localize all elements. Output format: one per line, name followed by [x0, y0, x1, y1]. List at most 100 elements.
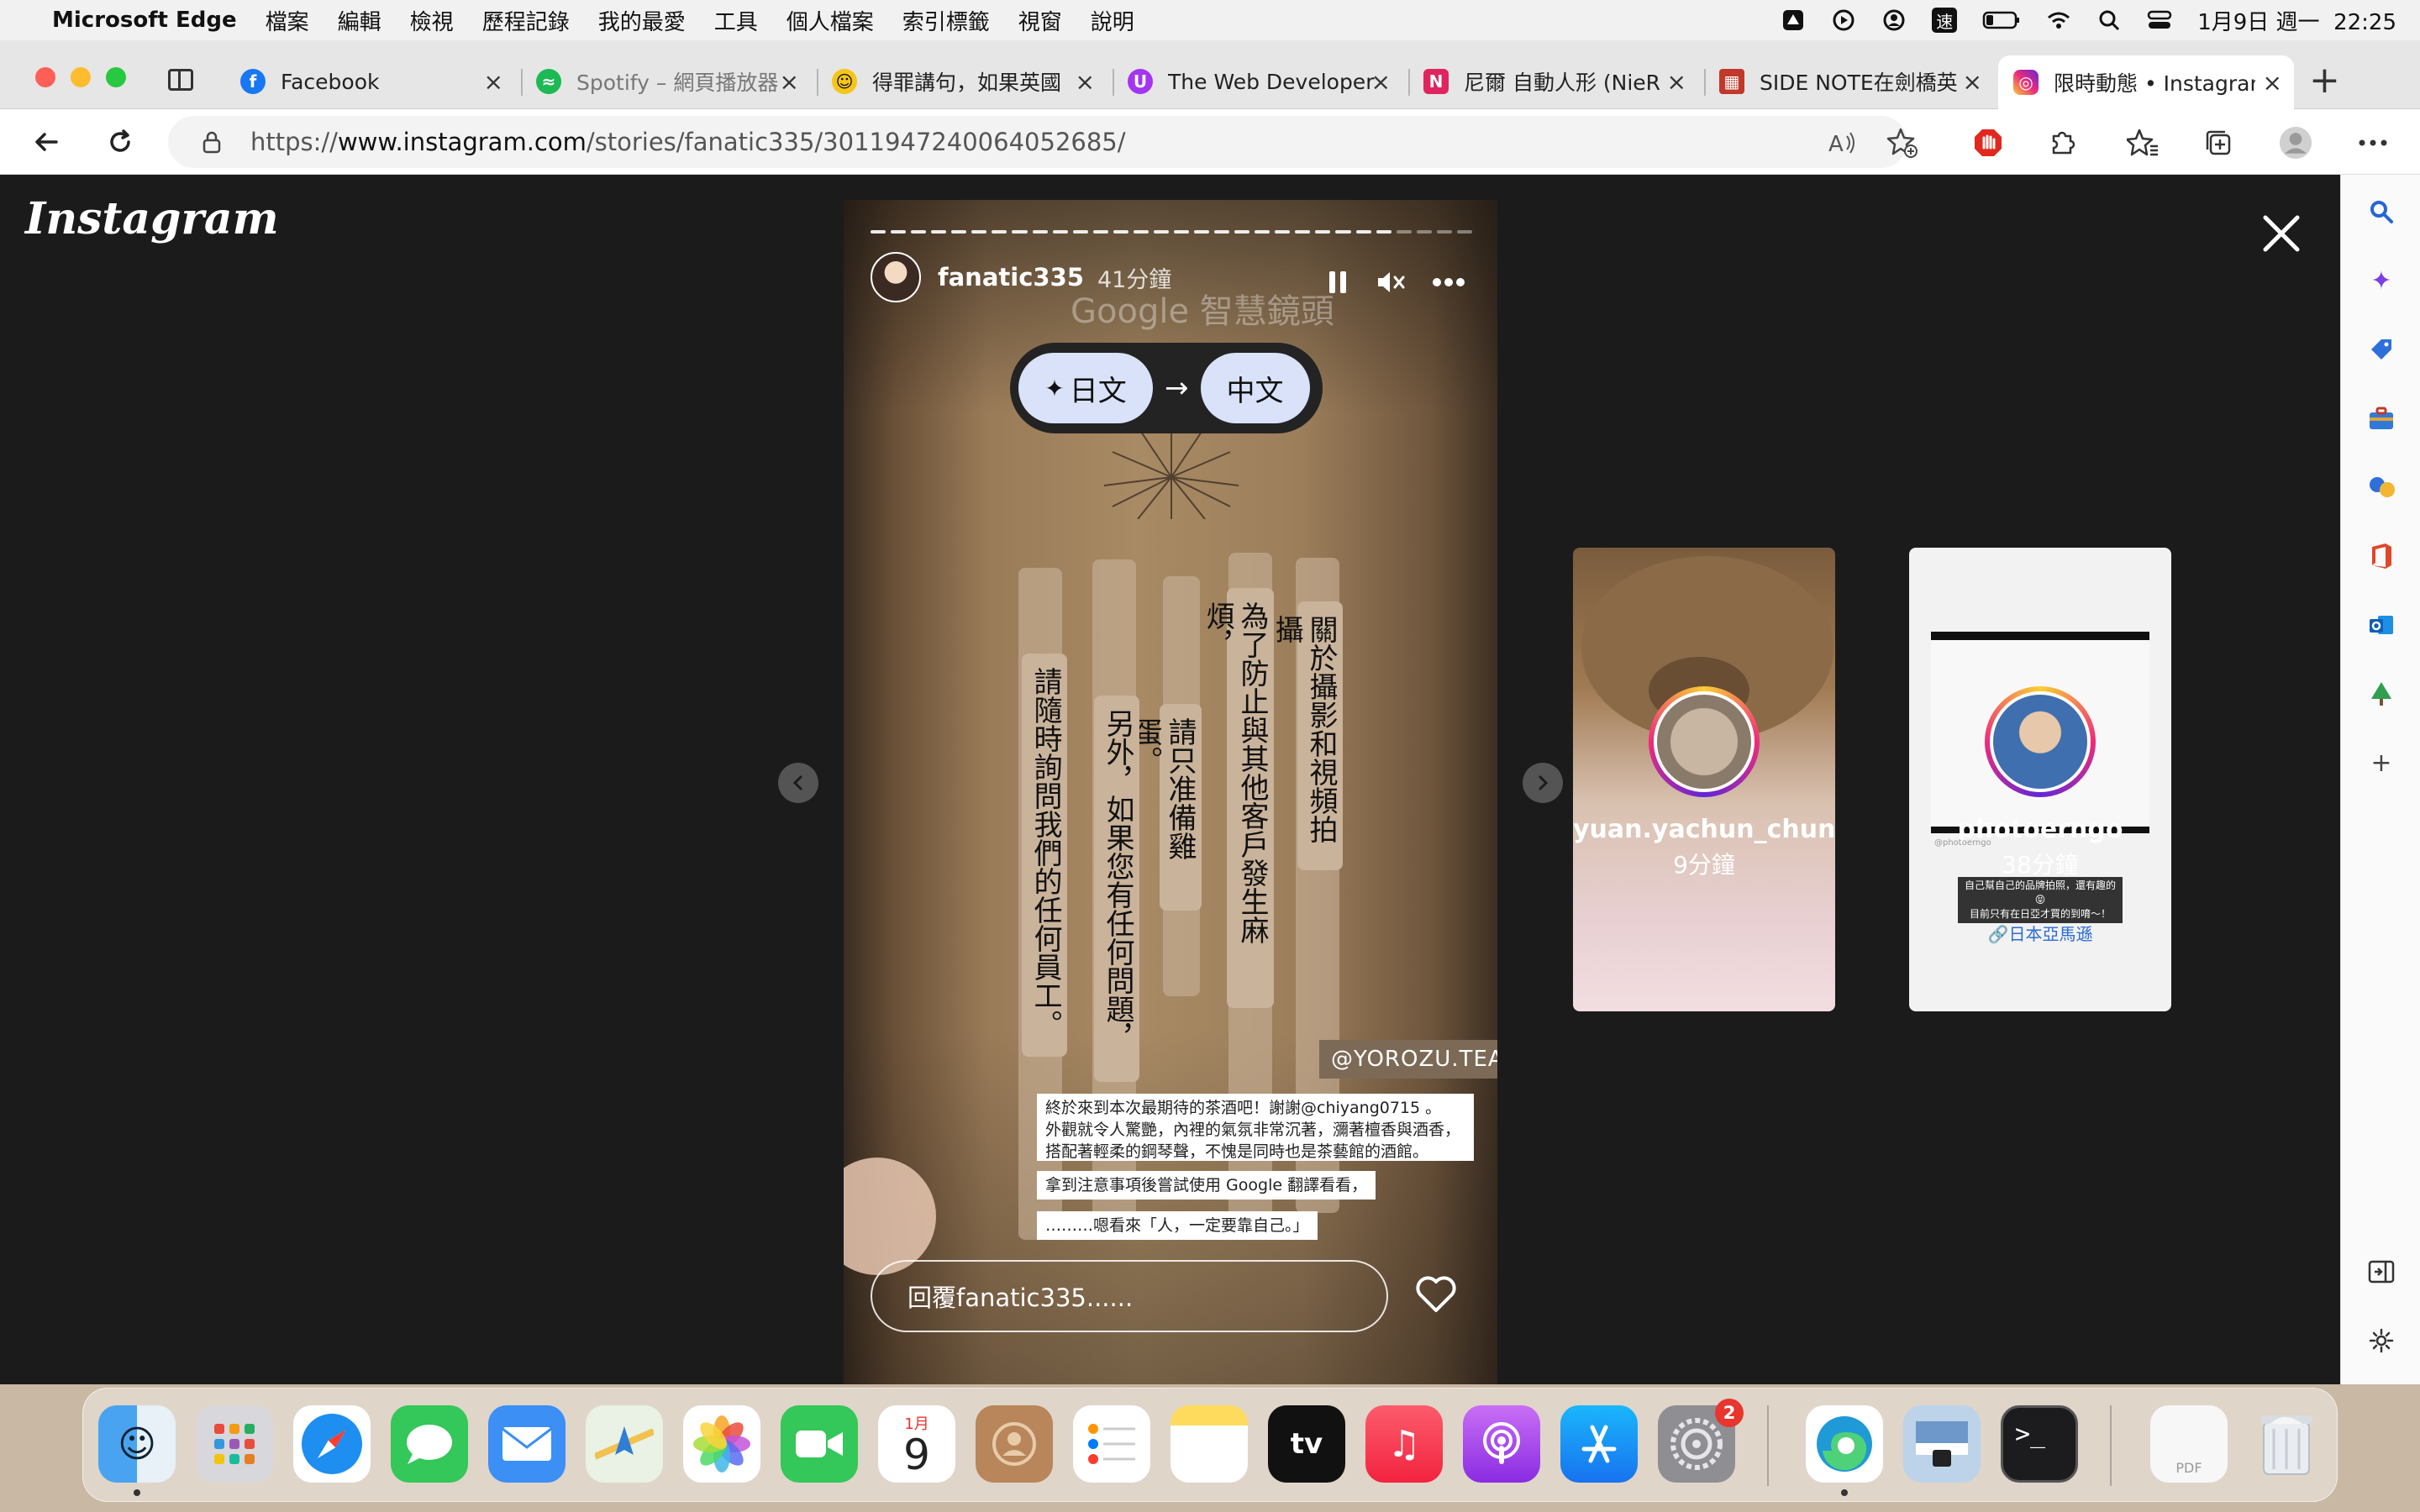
- instagram-logo[interactable]: Instagram: [25, 193, 279, 244]
- close-stories-icon[interactable]: [2260, 213, 2302, 255]
- user-circle-icon[interactable]: [1881, 8, 1907, 33]
- shopping-tag-icon[interactable]: [2366, 334, 2396, 365]
- source-language-button[interactable]: ✦ 日文: [1018, 353, 1153, 423]
- tab-nier[interactable]: N 尼爾 自動人形 (NieR ×: [1408, 55, 1698, 108]
- terminal-icon[interactable]: >_: [2001, 1405, 2078, 1483]
- story-preview-photoerngo[interactable]: photoerngo 38分鐘 @photoerngo 自己幫自己的品牌拍照，還…: [1909, 548, 2171, 1011]
- menu-edit[interactable]: 編輯: [338, 5, 381, 36]
- apple-tv-icon[interactable]: tv: [1268, 1405, 1345, 1483]
- add-sidebar-app-icon[interactable]: +: [2366, 748, 2396, 778]
- safari-icon[interactable]: [293, 1405, 371, 1483]
- avatar[interactable]: [871, 252, 921, 302]
- tree-icon[interactable]: [2366, 679, 2396, 709]
- spotlight-search-icon[interactable]: [2096, 8, 2122, 33]
- menu-profiles[interactable]: 個人檔案: [786, 5, 874, 36]
- calendar-icon[interactable]: 1月 9: [878, 1405, 955, 1483]
- tab-actions-icon[interactable]: [168, 69, 193, 91]
- zoom-window-button[interactable]: [106, 67, 126, 87]
- tab-web-developer[interactable]: U The Web Developer ×: [1113, 55, 1402, 108]
- music-icon[interactable]: ♫: [1365, 1405, 1443, 1483]
- minimize-window-button[interactable]: [71, 67, 91, 87]
- close-window-button[interactable]: [35, 67, 55, 87]
- preview-icon[interactable]: [1903, 1405, 1981, 1483]
- tab-spotify[interactable]: ≈ Spotify – 網頁播放器 ×: [521, 55, 811, 108]
- copilot-sparkle-icon[interactable]: ✦: [2366, 265, 2396, 296]
- contacts-icon[interactable]: [976, 1405, 1053, 1483]
- previous-story-button[interactable]: [778, 763, 818, 803]
- favorites-icon[interactable]: [2126, 126, 2160, 160]
- close-tab-icon[interactable]: ×: [1667, 68, 1686, 96]
- app-store-icon[interactable]: [1560, 1405, 1638, 1483]
- menubar-app-name[interactable]: Microsoft Edge: [52, 8, 237, 33]
- translated-text-strip[interactable]: 請隨時詢問我們的任何員工。: [1022, 654, 1067, 1057]
- reminders-icon[interactable]: [1073, 1405, 1150, 1483]
- photos-icon[interactable]: [683, 1405, 760, 1483]
- read-aloud-icon[interactable]: A: [1825, 126, 1859, 160]
- adblock-extension-icon[interactable]: [1971, 126, 2005, 160]
- notes-icon[interactable]: [1171, 1405, 1248, 1483]
- search-icon[interactable]: [2366, 197, 2396, 227]
- finder-icon[interactable]: ☺: [98, 1405, 176, 1496]
- system-settings-icon[interactable]: 2: [1658, 1399, 1744, 1483]
- add-favorite-icon[interactable]: [1886, 126, 1919, 160]
- lock-icon[interactable]: [202, 130, 222, 154]
- input-method-icon[interactable]: 速: [1932, 8, 1958, 33]
- back-button[interactable]: [25, 121, 67, 163]
- translated-text-strip[interactable]: 另外，如果您有任何問題，: [1094, 696, 1139, 1082]
- pdf-document-icon[interactable]: PDF: [2150, 1405, 2228, 1483]
- tools-briefcase-icon[interactable]: [2366, 403, 2396, 433]
- hide-sidebar-icon[interactable]: [2366, 1257, 2396, 1287]
- more-options-icon[interactable]: [2356, 126, 2390, 160]
- edge-icon[interactable]: [1806, 1405, 1883, 1496]
- close-tab-icon[interactable]: ×: [780, 68, 799, 96]
- close-tab-icon[interactable]: ×: [1963, 68, 1982, 96]
- messages-icon[interactable]: [391, 1405, 468, 1483]
- menu-window[interactable]: 視窗: [1018, 5, 1062, 36]
- translated-text-strip[interactable]: 請只准備雞蛋。: [1128, 704, 1202, 911]
- office-icon[interactable]: [2366, 541, 2396, 571]
- menu-help[interactable]: 說明: [1091, 5, 1134, 36]
- outlook-icon[interactable]: [2366, 610, 2396, 640]
- close-tab-icon[interactable]: ×: [2263, 69, 2282, 97]
- podcasts-icon[interactable]: [1463, 1405, 1540, 1483]
- menu-favorites[interactable]: 我的最愛: [598, 5, 686, 36]
- story-reply-input[interactable]: 回覆fanatic335......: [871, 1260, 1388, 1332]
- control-center-icon[interactable]: [2147, 8, 2172, 33]
- sidebar-settings-icon[interactable]: [2366, 1326, 2396, 1356]
- pause-button[interactable]: [1321, 265, 1355, 299]
- mention-tag[interactable]: @YOROZU.TEA: [1319, 1040, 1497, 1079]
- translated-text-strip[interactable]: 關於攝影和視頻拍攝: [1270, 601, 1343, 870]
- maps-icon[interactable]: [586, 1405, 663, 1483]
- facetime-icon[interactable]: [781, 1405, 858, 1483]
- menubar-clock[interactable]: 1月9日 週一 22:25: [2197, 5, 2396, 36]
- tab-uk-article[interactable]: ☺ 得罪講句，如果英國 ×: [817, 55, 1107, 108]
- extensions-icon[interactable]: [2045, 126, 2079, 160]
- menu-file[interactable]: 檔案: [266, 5, 309, 36]
- trash-icon[interactable]: [2248, 1405, 2325, 1483]
- story-username[interactable]: fanatic335: [938, 263, 1084, 291]
- games-icon[interactable]: [2366, 472, 2396, 502]
- battery-icon[interactable]: [1982, 8, 2021, 33]
- tab-facebook[interactable]: f Facebook ×: [225, 55, 515, 108]
- close-tab-icon[interactable]: ×: [484, 68, 503, 96]
- close-tab-icon[interactable]: ×: [1371, 68, 1391, 96]
- mute-button[interactable]: [1375, 265, 1408, 299]
- new-tab-button[interactable]: +: [2309, 62, 2340, 99]
- mail-icon[interactable]: [488, 1405, 566, 1483]
- refresh-button[interactable]: [99, 121, 141, 163]
- target-language-button[interactable]: 中文: [1200, 353, 1310, 423]
- address-bar[interactable]: https:// www.instagram.com /stories/fana…: [168, 116, 1907, 168]
- menu-tabs[interactable]: 索引標籤: [902, 5, 990, 36]
- heart-icon[interactable]: [1415, 1275, 1457, 1314]
- upload-icon[interactable]: [1781, 8, 1806, 33]
- story-more-options-button[interactable]: [1432, 265, 1465, 299]
- next-story-button[interactable]: [1523, 763, 1563, 803]
- wifi-icon[interactable]: [2046, 8, 2071, 33]
- close-tab-icon[interactable]: ×: [1076, 68, 1095, 96]
- tab-instagram-stories[interactable]: ◎ 限時動態 • Instagram ×: [1998, 55, 2294, 109]
- story-preview-yuan[interactable]: yuan.yachun_chun 9分鐘: [1573, 548, 1835, 1011]
- profile-avatar-icon[interactable]: [2279, 126, 2312, 160]
- story-card[interactable]: Google 智慧鏡頭 fanatic335 41分鐘 ✦ 日文 → 中文 關於…: [844, 200, 1497, 1384]
- menu-tools[interactable]: 工具: [714, 5, 758, 36]
- translated-text-strip[interactable]: 為了防止與其他客戶發生麻煩，: [1201, 588, 1274, 1008]
